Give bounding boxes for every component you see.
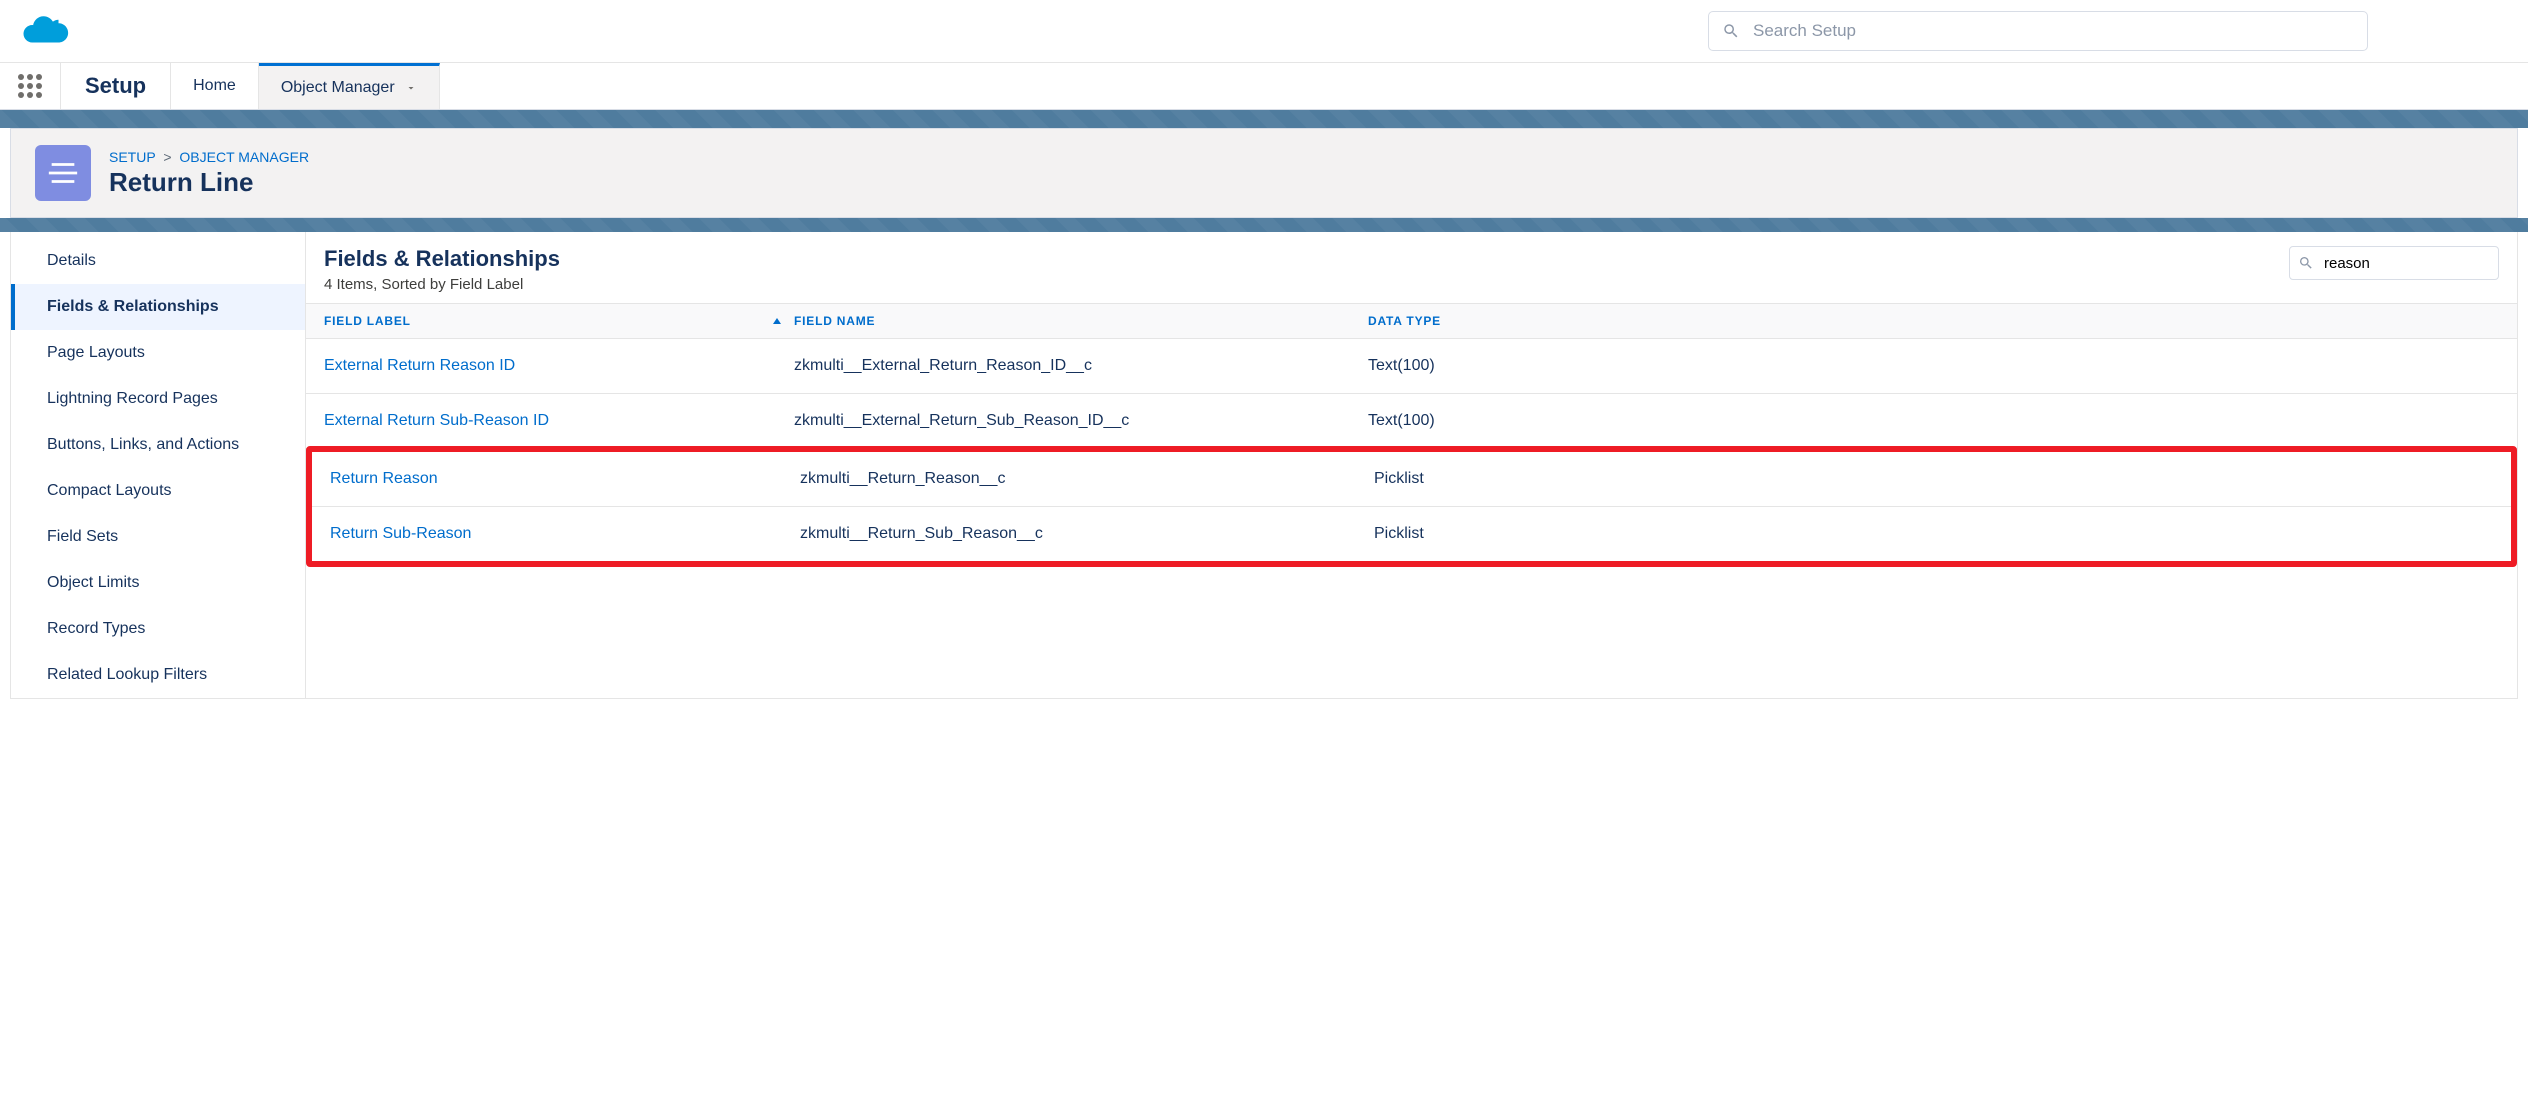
page-header: SETUP > OBJECT MANAGER Return Line xyxy=(10,128,2518,218)
field-data-type: Text(100) xyxy=(1368,412,2499,430)
column-header-text: DATA TYPE xyxy=(1368,314,1441,328)
sort-ascending-icon xyxy=(772,316,782,326)
sidebar-item-page-layouts[interactable]: Page Layouts xyxy=(11,330,305,376)
tab-label: Object Manager xyxy=(281,79,395,97)
column-header-type[interactable]: DATA TYPE xyxy=(1368,314,2499,328)
waffle-icon xyxy=(18,74,42,98)
main-title: Fields & Relationships xyxy=(324,246,560,272)
sidebar-item-record-types[interactable]: Record Types xyxy=(11,606,305,652)
column-header-name[interactable]: FIELD NAME xyxy=(794,314,1368,328)
breadcrumb-setup[interactable]: SETUP xyxy=(109,149,155,165)
app-name: Setup xyxy=(61,63,171,109)
column-header-text: FIELD LABEL xyxy=(324,314,411,328)
app-launcher-button[interactable] xyxy=(0,63,61,109)
sidebar-item-field-sets[interactable]: Field Sets xyxy=(11,514,305,560)
sidebar-item-buttons-links-and-actions[interactable]: Buttons, Links, and Actions xyxy=(11,422,305,468)
search-input[interactable] xyxy=(1708,11,2368,51)
salesforce-logo[interactable] xyxy=(20,11,76,51)
field-data-type: Picklist xyxy=(1374,525,2493,543)
table-header-row: FIELD LABEL FIELD NAME DATA TYPE xyxy=(306,303,2517,339)
column-header-text: FIELD NAME xyxy=(794,314,875,328)
object-icon xyxy=(35,145,91,201)
tab-object-manager[interactable]: Object Manager xyxy=(259,63,440,109)
field-api-name: zkmulti__Return_Reason__c xyxy=(800,470,1374,488)
sidebar-item-object-limits[interactable]: Object Limits xyxy=(11,560,305,606)
field-api-name: zkmulti__Return_Sub_Reason__c xyxy=(800,525,1374,543)
highlighted-rows: Return Reasonzkmulti__Return_Reason__cPi… xyxy=(306,446,2517,567)
page-title: Return Line xyxy=(109,167,309,198)
sidebar: DetailsFields & RelationshipsPage Layout… xyxy=(10,232,306,699)
sidebar-item-compact-layouts[interactable]: Compact Layouts xyxy=(11,468,305,514)
sidebar-item-fields-relationships[interactable]: Fields & Relationships xyxy=(11,284,305,330)
table-row: External Return Reason ID zkmulti__Extern… xyxy=(306,339,2517,394)
global-search-wrap xyxy=(1708,11,2368,51)
field-label-link[interactable]: External Return Sub-Reason ID xyxy=(324,412,549,430)
sidebar-item-related-lookup-filters[interactable]: Related Lookup Filters xyxy=(11,652,305,698)
field-api-name: zkmulti__External_Return_Reason_ID__c xyxy=(794,357,1368,375)
breadcrumb-object-manager[interactable]: OBJECT MANAGER xyxy=(179,149,309,165)
field-search-wrap xyxy=(2289,246,2499,280)
sidebar-item-lightning-record-pages[interactable]: Lightning Record Pages xyxy=(11,376,305,422)
breadcrumb-separator: > xyxy=(163,149,171,165)
field-api-name: zkmulti__External_Return_Sub_Reason_ID__… xyxy=(794,412,1368,430)
field-search-input[interactable] xyxy=(2289,246,2499,280)
search-icon xyxy=(2298,255,2314,271)
column-header-label[interactable]: FIELD LABEL xyxy=(324,314,794,328)
chevron-down-icon xyxy=(405,82,417,94)
search-icon xyxy=(1722,22,1740,40)
field-label-link[interactable]: External Return Reason ID xyxy=(324,357,515,375)
field-data-type: Text(100) xyxy=(1368,357,2499,375)
tab-home[interactable]: Home xyxy=(171,63,259,109)
breadcrumb: SETUP > OBJECT MANAGER xyxy=(109,149,309,165)
main-subtitle: 4 Items, Sorted by Field Label xyxy=(324,276,560,293)
field-data-type: Picklist xyxy=(1374,470,2493,488)
table-row: Return Sub-Reason zkmulti__Return_Sub_Rea… xyxy=(312,507,2511,561)
table-row: External Return Sub-Reason ID zkmulti__Ex… xyxy=(306,394,2517,449)
main-content: Fields & Relationships 4 Items, Sorted b… xyxy=(306,232,2518,699)
sidebar-item-details[interactable]: Details xyxy=(11,238,305,284)
field-label-link[interactable]: Return Sub-Reason xyxy=(330,525,471,543)
table-row: Return Reason zkmulti__Return_Reason__cPi… xyxy=(312,452,2511,507)
field-label-link[interactable]: Return Reason xyxy=(330,470,438,488)
tab-label: Home xyxy=(193,77,236,95)
